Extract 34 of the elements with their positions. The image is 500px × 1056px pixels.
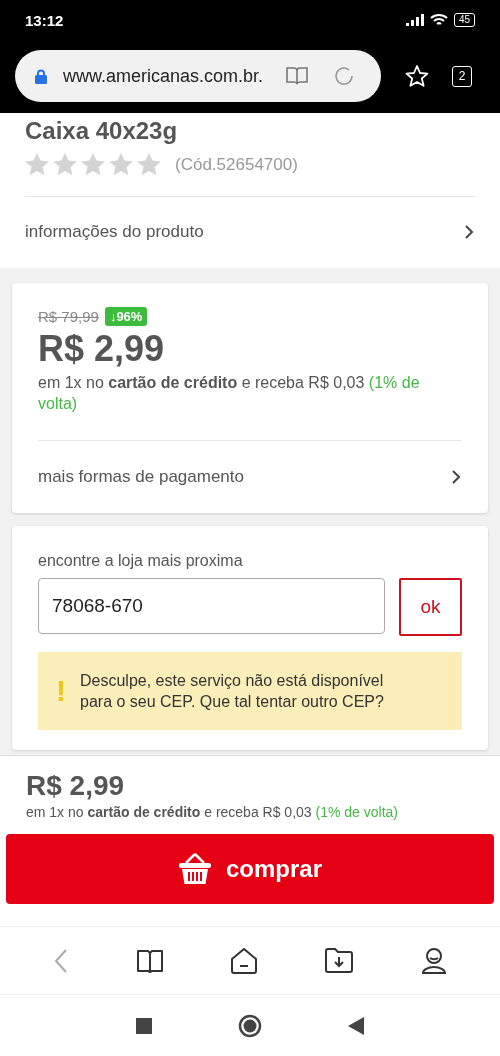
warning-icon: !	[56, 674, 66, 708]
ok-button[interactable]: ok	[399, 578, 462, 636]
battery-indicator: 45	[453, 13, 475, 27]
home-icon[interactable]	[229, 946, 258, 975]
price: R$ 2,99	[26, 770, 126, 802]
warning-message: Desculpe, este serviço não está disponível para o seu CEP. Que tal tentar outro CEP?	[80, 671, 385, 712]
lock-icon	[35, 68, 47, 84]
tab-count-button[interactable]: 2	[452, 65, 472, 87]
payment-options-link[interactable]: mais formas de pagamento	[38, 441, 462, 513]
back-icon[interactable]	[348, 1016, 364, 1035]
store-finder-label: encontre a loja mais proxima	[38, 552, 244, 570]
old-price: R$ 79,99	[38, 308, 99, 325]
installment-text: em 1x no cartão de crédito e receba R$ 0,03 (1% de volta)	[26, 804, 399, 820]
book-icon[interactable]	[135, 947, 164, 974]
discount-badge: ↓96%	[104, 307, 148, 326]
product-title: Caixa 40x23g	[25, 117, 179, 145]
chevron-right-icon	[450, 469, 462, 485]
star-icon[interactable]	[405, 64, 429, 88]
wifi-icon	[429, 13, 448, 27]
basket-icon	[177, 853, 212, 885]
installment-text: em 1x no cartão de crédito e receba R$ 0,03 (1% de volta)	[38, 373, 421, 414]
price: R$ 2,99	[38, 328, 166, 370]
download-folder-icon[interactable]	[324, 947, 355, 974]
product-code: (Cód.52654700)	[175, 154, 298, 175]
home-icon[interactable]	[238, 1013, 262, 1038]
buy-button[interactable]: comprar	[6, 834, 494, 904]
chevron-right-icon	[463, 224, 475, 240]
url-text: www.americanas.com.br.	[63, 65, 265, 87]
profile-icon[interactable]	[420, 946, 447, 975]
cep-field[interactable]: 78068-670	[38, 578, 385, 634]
status-time: 13:12	[25, 11, 64, 29]
signal-icon	[405, 14, 424, 26]
product-info-link[interactable]: informações do produto	[25, 197, 475, 267]
recents-icon[interactable]	[136, 1017, 152, 1034]
